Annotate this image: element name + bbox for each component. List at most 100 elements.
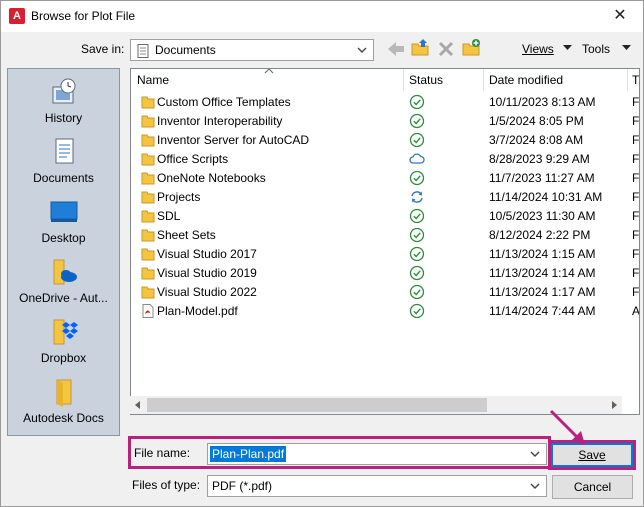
file-row[interactable]: OneNote Notebooks 11/7/2023 11:27 AM F — [131, 169, 640, 188]
column-header-name[interactable]: Name — [137, 73, 169, 95]
save-in-value: Documents — [155, 43, 216, 57]
folder-icon — [141, 267, 155, 280]
file-type-truncated: F — [632, 95, 640, 109]
column-separator[interactable] — [403, 69, 404, 91]
close-button[interactable]: ✕ — [603, 3, 637, 29]
date-modified: 11/7/2023 11:27 AM — [489, 171, 595, 185]
place-history[interactable]: History — [8, 77, 119, 125]
file-name: Inventor Interoperability — [157, 114, 283, 128]
column-separator[interactable] — [627, 69, 628, 91]
place-label: Autodesk Docs — [23, 411, 104, 425]
file-row[interactable]: Projects 11/14/2024 10:31 AM F — [131, 188, 640, 207]
views-dropdown-icon[interactable] — [563, 45, 572, 51]
delete-icon[interactable] — [436, 39, 456, 59]
sync-icon — [411, 191, 423, 203]
column-date-label: Date modified — [489, 73, 564, 87]
file-row[interactable]: Custom Office Templates 10/11/2023 8:13 A… — [131, 93, 640, 112]
tools-label: Tools — [582, 42, 611, 56]
file-name-value[interactable]: Plan-Plan.pdf — [210, 446, 287, 462]
scroll-right-icon[interactable] — [612, 401, 617, 409]
file-name: Visual Studio 2022 — [157, 285, 257, 299]
file-row[interactable]: Inventor Interoperability 1/5/2024 8:05 P… — [131, 112, 640, 131]
file-list[interactable]: Name Status Date modified T Custom Offic… — [130, 68, 640, 415]
file-row[interactable]: Visual Studio 2022 11/13/2024 1:17 AM F — [131, 283, 639, 302]
up-folder-icon[interactable] — [410, 38, 430, 58]
column-header-status[interactable]: Status — [409, 73, 443, 95]
place-autodesk-docs[interactable]: Autodesk Docs — [8, 377, 119, 425]
date-modified: 10/11/2023 8:13 AM — [489, 95, 596, 109]
file-row[interactable]: Sheet Sets 8/12/2024 2:22 PM F — [131, 226, 640, 245]
chevron-down-icon[interactable] — [530, 450, 540, 458]
views-menu[interactable]: Views — [522, 42, 554, 56]
column-status-label: Status — [409, 73, 444, 87]
file-type-truncated: F — [632, 171, 640, 185]
dropbox-icon — [53, 319, 78, 345]
synced-check-icon — [409, 284, 425, 300]
file-name-label: File name: — [134, 446, 191, 460]
scroll-left-icon[interactable] — [135, 401, 140, 409]
file-type-truncated: F — [632, 228, 640, 242]
back-icon[interactable] — [386, 39, 406, 59]
file-row[interactable]: Inventor Server for AutoCAD 3/7/2024 8:08… — [131, 131, 639, 150]
date-modified: 8/28/2023 9:29 AM — [489, 152, 590, 166]
folder-icon — [141, 115, 155, 128]
file-name: Visual Studio 2019 — [157, 266, 257, 280]
file-type-select[interactable]: PDF (*.pdf) — [207, 475, 547, 497]
column-type-label: T — [632, 73, 640, 87]
history-icon — [52, 78, 75, 104]
tools-dropdown-icon[interactable] — [622, 45, 631, 51]
synced-check-icon — [409, 246, 425, 262]
file-row[interactable]: Office Scripts 8/28/2023 9:29 AM F — [131, 150, 639, 169]
documents-icon — [55, 138, 73, 164]
place-documents[interactable]: Documents — [8, 137, 119, 185]
synced-check-icon — [409, 94, 425, 110]
file-name-input[interactable]: Plan-Plan.pdf — [207, 443, 547, 465]
folder-icon — [56, 379, 71, 407]
folder-icon — [141, 134, 155, 147]
save-button-label: Save — [578, 448, 606, 462]
column-separator[interactable] — [483, 69, 484, 91]
folder-icon — [141, 153, 155, 166]
save-in-combo[interactable]: Documents — [130, 39, 374, 61]
new-folder-icon[interactable] — [461, 38, 481, 58]
chevron-down-icon — [357, 47, 367, 53]
save-in-label: Save in: — [81, 42, 125, 56]
autocad-app-icon: A — [9, 8, 25, 24]
tools-menu[interactable]: Tools — [582, 42, 610, 56]
file-name: OneNote Notebooks — [157, 171, 266, 185]
place-dropbox[interactable]: Dropbox — [8, 317, 119, 365]
file-name: SDL — [157, 209, 181, 223]
date-modified: 11/13/2024 1:14 AM — [489, 266, 596, 280]
file-name: Sheet Sets — [157, 228, 216, 242]
file-name: Projects — [157, 190, 201, 204]
file-type-value: PDF (*.pdf) — [212, 479, 273, 493]
sort-ascending-icon — [264, 69, 274, 74]
file-row[interactable]: Visual Studio 2017 11/13/2024 1:15 AM F — [131, 245, 639, 264]
synced-check-icon — [409, 113, 425, 129]
file-row[interactable]: Plan-Model.pdf 11/14/2024 7:44 AM A — [131, 302, 639, 321]
cancel-button[interactable]: Cancel — [552, 475, 633, 499]
place-label: History — [44, 111, 83, 125]
views-label: Views — [522, 42, 554, 56]
places-bar: History Documents Desktop OneDrive - Aut… — [7, 68, 120, 436]
place-onedrive[interactable]: OneDrive - Aut... — [8, 257, 119, 305]
place-label: Documents — [33, 171, 94, 185]
title-bar: A Browse for Plot File ✕ — [1, 1, 643, 32]
file-row[interactable]: Visual Studio 2019 11/13/2024 1:14 AM F — [131, 264, 639, 283]
folder-icon — [141, 210, 155, 223]
file-type-truncated: F — [632, 190, 640, 204]
file-type-truncated: F — [632, 114, 640, 128]
browse-dialog: A Browse for Plot File ✕ Save in: Docume… — [0, 0, 644, 507]
file-name: Visual Studio 2017 — [157, 247, 257, 261]
scrollbar-thumb[interactable] — [147, 398, 487, 412]
folder-icon — [141, 191, 155, 204]
date-modified: 11/14/2024 10:31 AM — [489, 190, 603, 204]
column-header-date[interactable]: Date modified — [489, 73, 563, 95]
document-icon — [137, 44, 149, 58]
column-header-type[interactable]: T — [632, 73, 639, 95]
place-desktop[interactable]: Desktop — [8, 197, 119, 245]
file-name: Inventor Server for AutoCAD — [157, 133, 310, 147]
file-row[interactable]: SDL 10/5/2023 11:30 AM F — [131, 207, 639, 226]
synced-check-icon — [409, 227, 425, 243]
place-label: Desktop — [41, 231, 86, 245]
